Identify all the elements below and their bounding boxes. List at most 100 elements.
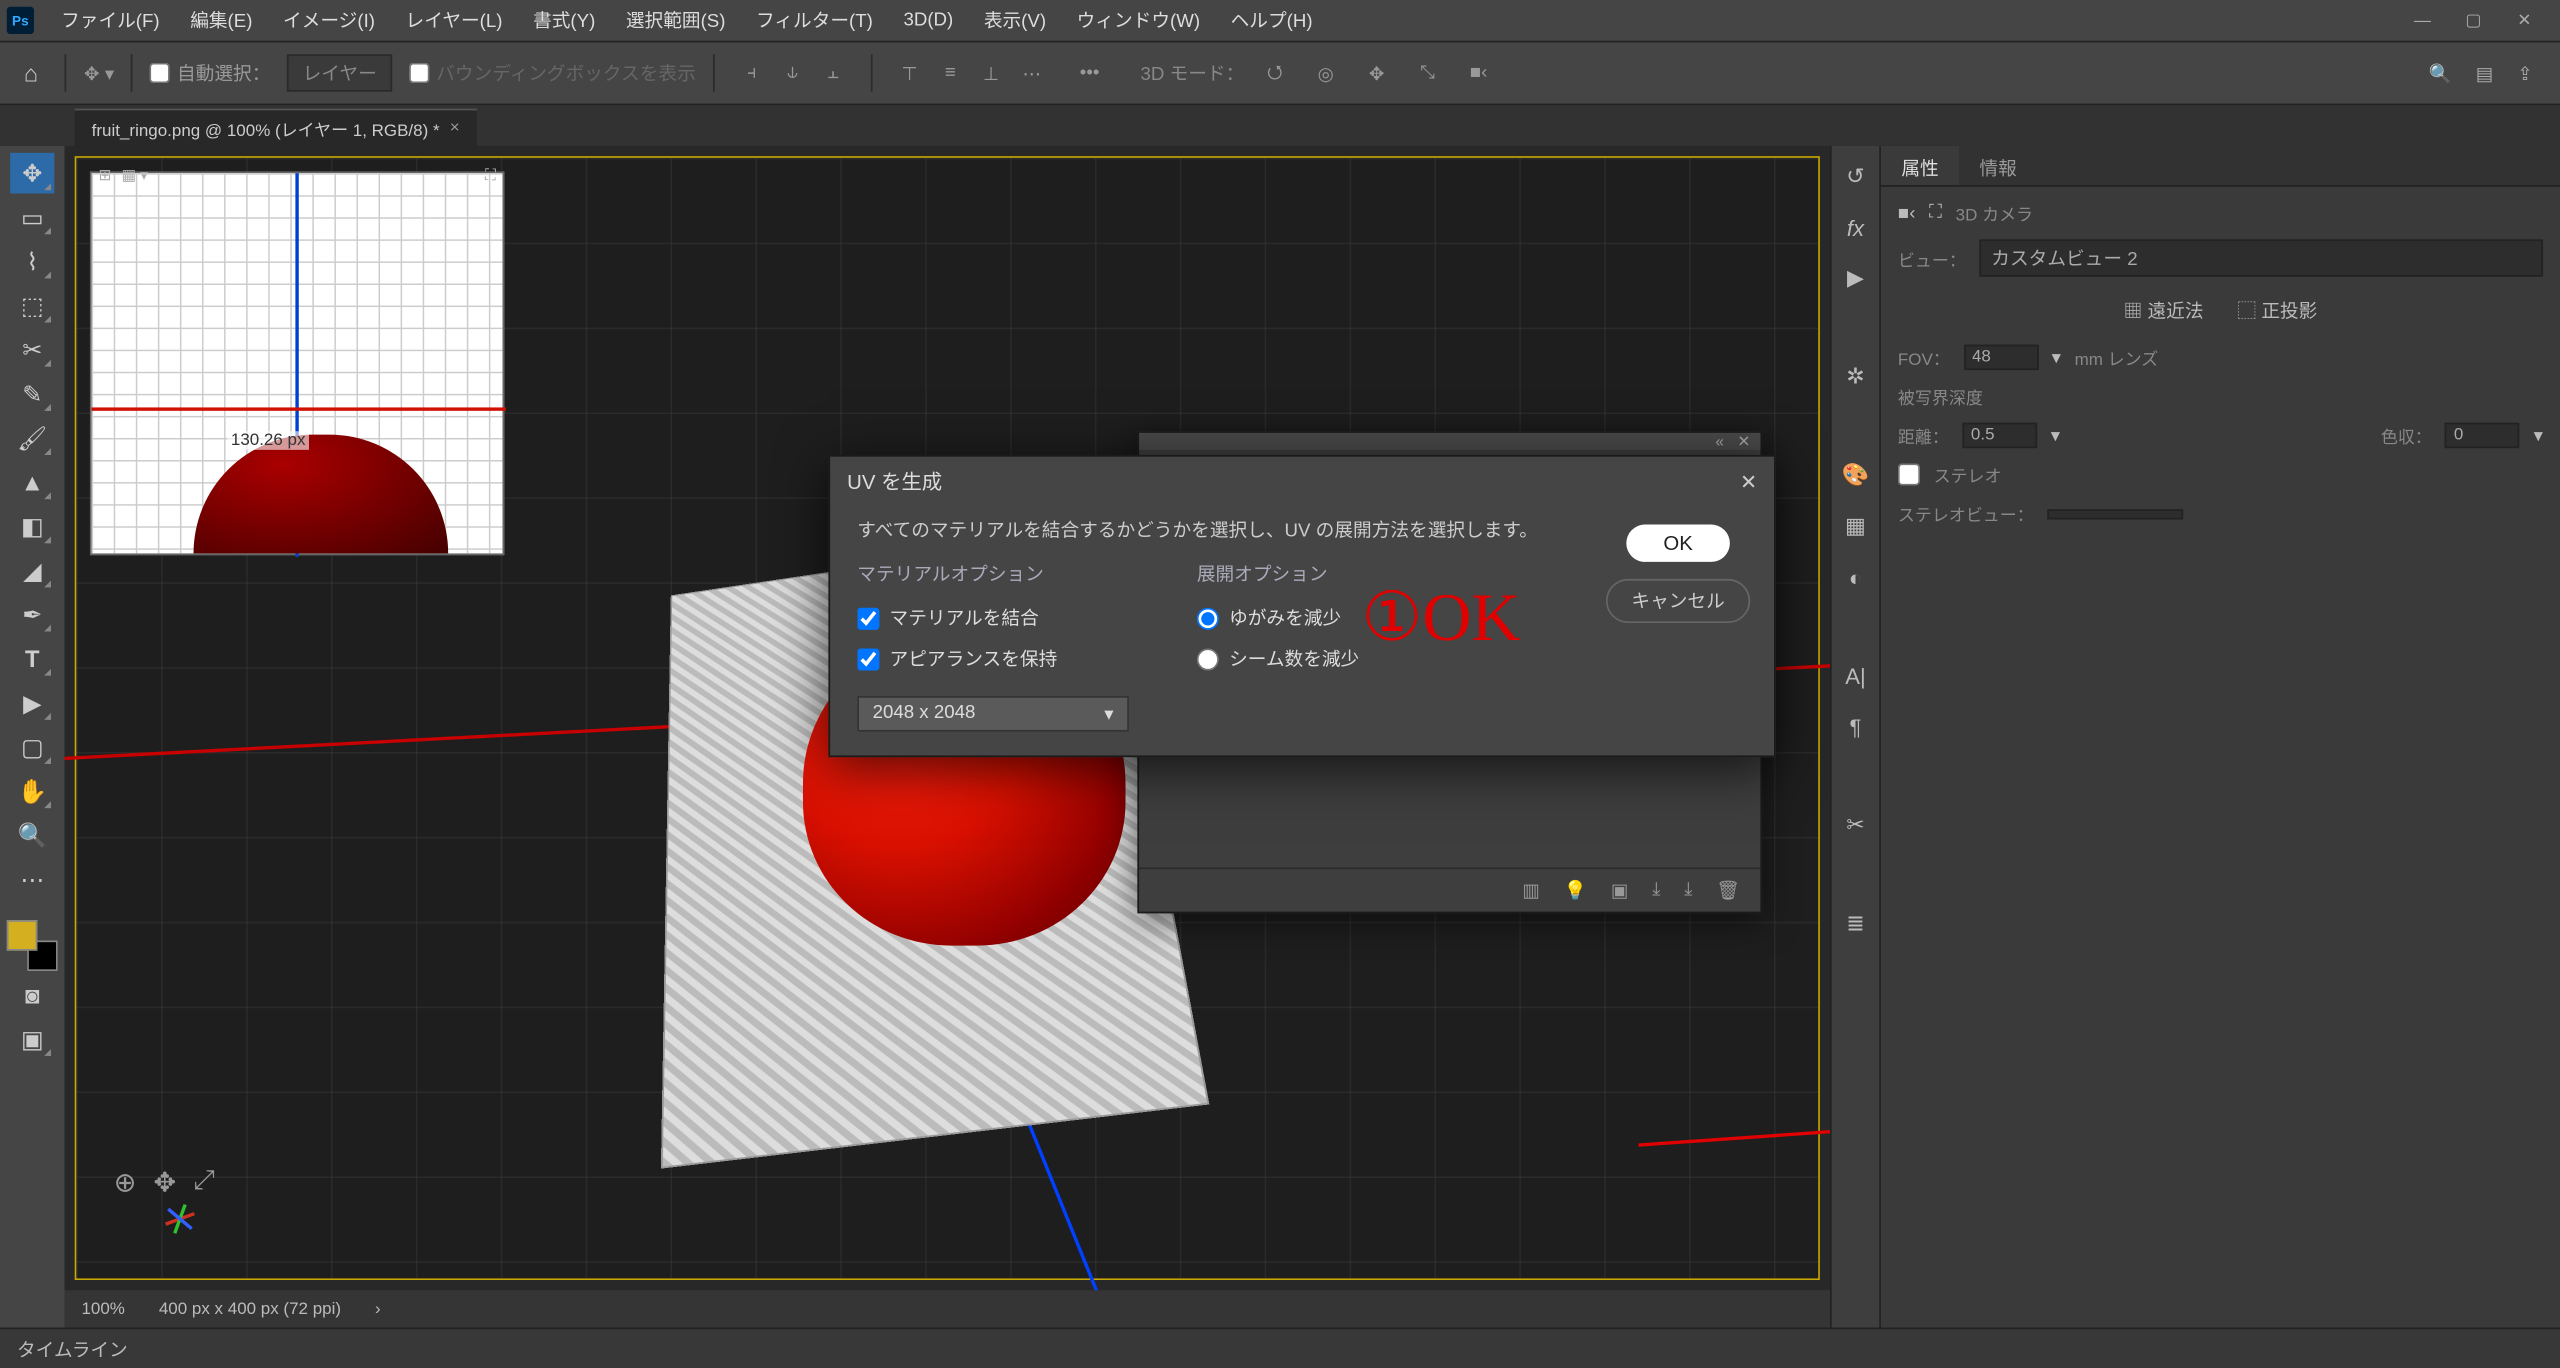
menu-view[interactable]: 表示(V) [970,2,1059,39]
color-swatches[interactable] [7,920,58,971]
window-minimize-icon[interactable]: — [2411,8,2435,32]
menu-select[interactable]: 選択範囲(S) [612,2,739,39]
eyedropper-tool[interactable]: ✎ [10,373,54,414]
camera-icon[interactable]: ■‹ [1458,53,1499,94]
new-icon-2[interactable]: ⤓ [1684,879,1692,901]
uv-size-select[interactable]: 2048 x 2048▾ [857,696,1129,732]
align-bottom-icon[interactable]: ⊥ [971,53,1012,94]
cancel-button[interactable]: キャンセル [1606,579,1750,623]
axis-gizmo[interactable] [141,1187,202,1248]
fg-color-swatch[interactable] [7,920,38,951]
zoom-tool[interactable]: 🔍 [10,815,54,856]
history-panel-icon[interactable]: ↺ [1839,160,1873,194]
brush-tool[interactable]: 🖌 [10,418,54,459]
tab-info[interactable]: 情報 [1959,146,2037,185]
menu-edit[interactable]: 編集(E) [177,2,266,39]
quick-select-tool[interactable]: ⬚ [10,285,54,326]
more-options-icon[interactable]: ••• [1069,53,1110,94]
close-tab-icon[interactable]: × [450,119,460,138]
adjust-panel-icon[interactable]: ◐ [1839,560,1873,594]
stamp-tool[interactable]: ▲ [10,462,54,503]
type-tool[interactable]: T [10,638,54,679]
menu-layer[interactable]: レイヤー(L) [392,2,516,39]
color-panel-icon[interactable]: 🎨 [1839,458,1873,492]
share-icon[interactable]: ⇪ [2517,62,2533,84]
timeline-tab[interactable]: タイムライン [17,1335,128,1362]
layers-panel-icon[interactable]: ≣ [1839,907,1873,941]
panel-collapse-icon[interactable]: « [1715,433,1724,450]
slide-icon[interactable]: ⤡ [1407,53,1448,94]
play-panel-icon[interactable]: ▶ [1839,261,1873,295]
tools-panel-icon[interactable]: ✂ [1839,808,1873,842]
trash-icon[interactable]: 🗑 [1716,879,1740,901]
menu-help[interactable]: ヘルプ(H) [1217,2,1326,39]
align-hcenter-icon[interactable]: ⫝ [772,53,813,94]
window-maximize-icon[interactable]: ▢ [2462,8,2486,32]
ortho-toggle[interactable]: ⬚ 正投影 [2237,297,2317,324]
distribute-icon[interactable]: ⋯ [1012,53,1053,94]
secondary-view[interactable]: ⊞▦ ▾⛶ 130.26 px [90,171,504,555]
align-vcenter-icon[interactable]: ≡ [930,53,971,94]
distance-input[interactable] [1962,423,2037,448]
orbit-icon[interactable]: ⭯ [1254,53,1295,94]
stereo-checkbox[interactable]: ステレオ [1898,462,2543,487]
view-select[interactable]: カスタムビュー 2 [1979,239,2543,276]
menu-image[interactable]: イメージ(I) [269,2,388,39]
swatches-panel-icon[interactable]: ▦ [1839,509,1873,543]
pen-tool[interactable]: ✒ [10,594,54,635]
document-tab[interactable]: fruit_ringo.png @ 100% (レイヤー 1, RGB/8) *… [75,109,477,146]
stereo-view-select[interactable] [2047,508,2183,518]
add-light-icon[interactable]: 💡 [1564,879,1587,901]
lasso-tool[interactable]: ⌇ [10,241,54,282]
arrange-docs-icon[interactable]: ▤ [2476,62,2494,84]
quickmask-icon[interactable]: ◙ [10,974,54,1015]
char-panel-icon[interactable]: A| [1839,659,1873,693]
move-tool-icon[interactable]: ✥ ▾ [84,62,114,84]
dialog-close-icon[interactable]: ✕ [1740,469,1757,493]
screenmode-icon[interactable]: ▣ [10,1019,54,1060]
auto-select-target[interactable]: レイヤー [287,54,392,91]
panel-close-icon[interactable]: ✕ [1737,432,1750,451]
menu-window[interactable]: ウィンドウ(W) [1063,2,1214,39]
shape-tool[interactable]: ▢ [10,727,54,768]
zoom-level[interactable]: 100% [81,1300,124,1319]
tab-properties[interactable]: 属性 [1881,146,1959,185]
ok-button[interactable]: OK [1626,525,1730,562]
align-top-icon[interactable]: ⊤ [889,53,930,94]
blur-input[interactable] [2445,423,2520,448]
new-icon[interactable]: ⤓ [1652,879,1660,901]
canvas-area[interactable]: ⊞▦ ▾⛶ 130.26 px ⊕✥⤢ 100% 400 px x 400 px… [65,146,1831,1328]
menu-filter[interactable]: フィルター(T) [742,2,886,39]
status-menu-icon[interactable]: › [375,1300,381,1319]
keep-appearance-checkbox[interactable]: アピアランスを保持 [857,645,1129,672]
path-select-tool[interactable]: ▶ [10,682,54,723]
merge-materials-checkbox[interactable]: マテリアルを結合 [857,604,1129,631]
marquee-tool[interactable]: ▭ [10,197,54,238]
reduce-seams-radio[interactable]: シーム数を減少 [1197,645,1359,672]
auto-select-checkbox[interactable]: 自動選択： [150,59,271,86]
move-tool[interactable]: ✥ [10,153,54,194]
edit-toolbar-icon[interactable]: ⋯ [10,859,54,900]
roll-icon[interactable]: ◎ [1305,53,1346,94]
show-bbox-checkbox[interactable]: バウンディングボックスを表示 [409,59,696,86]
menu-3d[interactable]: 3D(D) [890,5,967,36]
timeline-bar[interactable]: タイムライン [0,1328,2560,1368]
nav-panel-icon[interactable]: ✲ [1839,360,1873,394]
perspective-toggle[interactable]: ▦ 遠近法 [2124,297,2204,324]
pan-icon[interactable]: ✥ [1356,53,1397,94]
eraser-tool[interactable]: ◧ [10,506,54,547]
window-close-icon[interactable]: ✕ [2512,8,2536,32]
gradient-tool[interactable]: ◢ [10,550,54,591]
reduce-distortion-radio[interactable]: ゆがみを減少 [1197,604,1359,631]
home-icon[interactable]: ⌂ [14,59,49,86]
menu-file[interactable]: ファイル(F) [48,2,174,39]
panel-icon[interactable]: ▥ [1522,879,1540,901]
hand-tool[interactable]: ✋ [10,771,54,812]
fov-input[interactable] [1963,345,2038,370]
crop-tool[interactable]: ✂ [10,329,54,370]
align-right-icon[interactable]: ⫠ [813,53,854,94]
doc-dimensions[interactable]: 400 px x 400 px (72 ppi) [159,1300,341,1319]
align-left-icon[interactable]: ⫞ [731,53,772,94]
fx-panel-icon[interactable]: fx [1839,211,1873,245]
menu-type[interactable]: 書式(Y) [519,2,608,39]
